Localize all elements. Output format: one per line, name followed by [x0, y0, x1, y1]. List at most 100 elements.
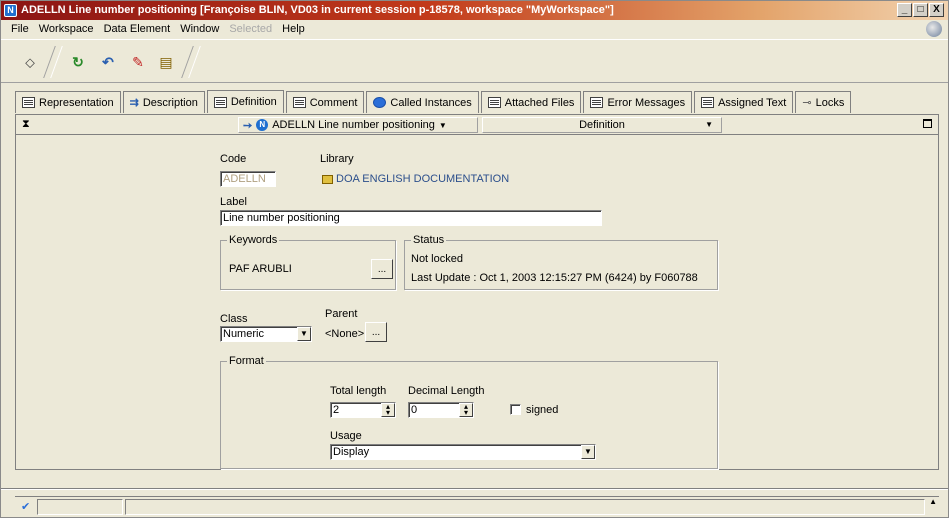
element-name: ADELLN Line number positioning [272, 119, 435, 131]
pane-header: ⧗ ➙ N ADELLN Line number positioning ▼ D… [16, 115, 938, 135]
status-bar: ✔ ▲ [15, 496, 939, 516]
tab-label: Attached Files [504, 96, 575, 109]
decimal-length-spinner[interactable]: 0 ▴ ▾ [408, 402, 474, 418]
tab-label: Called Instances [390, 96, 472, 109]
chevron-down-icon: ▼ [705, 120, 713, 129]
tab-label: Comment [309, 96, 358, 109]
code-field[interactable]: ADELLN [220, 171, 276, 187]
library-label: Library [320, 153, 354, 165]
class-value: Numeric [223, 328, 264, 340]
folder-icon [322, 174, 333, 184]
maximize-pane-icon[interactable] [923, 119, 932, 128]
class-label: Class [220, 313, 248, 325]
signed-label: signed [526, 404, 559, 416]
toolbar-separator [181, 46, 201, 78]
edit-icon[interactable]: ✎ [129, 53, 147, 71]
chevron-down-icon: ▼ [438, 120, 447, 130]
tab-attached-files[interactable]: Attached Files [480, 91, 582, 113]
list-icon [22, 97, 35, 108]
label-label: Label [220, 196, 247, 208]
menu-window[interactable]: Window [176, 20, 225, 38]
definition-icon [213, 96, 227, 108]
app-icon: N [4, 4, 17, 17]
keywords-title: Keywords [227, 234, 280, 246]
total-length-spinner[interactable]: 2 ▴ ▾ [330, 402, 396, 418]
spinner-arrows-icon[interactable]: ▴ ▾ [459, 403, 473, 417]
tab-error-messages[interactable]: Error Messages [583, 91, 693, 113]
chevron-down-icon: ▼ [581, 445, 595, 459]
total-length-label: Total length [330, 385, 387, 397]
globe-icon [926, 21, 942, 37]
instances-icon [373, 97, 387, 108]
label-field[interactable]: Line number positioning [220, 210, 602, 226]
document-icon[interactable]: ▤ [157, 53, 175, 71]
parent-label: Parent [325, 308, 358, 320]
tab-locks[interactable]: ⊸ Locks [795, 91, 852, 113]
maximize-button[interactable]: □ [913, 3, 928, 17]
tab-label: Error Messages [607, 96, 686, 109]
usage-select[interactable]: Display ▼ [330, 444, 596, 460]
view-selector[interactable]: Definition ▼ [482, 117, 722, 133]
arrow-icon: ➙ [243, 119, 253, 132]
check-icon: ✔ [21, 501, 31, 513]
tab-representation[interactable]: Representation [15, 91, 121, 113]
usage-value: Display [333, 446, 370, 458]
menu-workspace[interactable]: Workspace [35, 20, 100, 38]
view-name: Definition [579, 119, 625, 131]
close-button[interactable]: X [929, 3, 944, 17]
tab-called-instances[interactable]: Called Instances [366, 91, 479, 113]
text-icon [701, 97, 715, 108]
tab-label: Assigned Text [718, 96, 787, 109]
class-select[interactable]: Numeric ▼ [220, 326, 312, 342]
files-icon [487, 97, 501, 108]
toolbar: ⬦ ↻ ↶ ✎ ▤ [1, 39, 948, 83]
decimal-length-value: 0 [411, 404, 418, 416]
pin-icon[interactable]: ⬦ [21, 53, 39, 71]
last-update: Last Update : Oct 1, 2003 12:15:27 PM (6… [411, 272, 698, 284]
parent-value: <None> [325, 328, 365, 340]
element-selector[interactable]: ➙ N ADELLN Line number positioning ▼ [238, 117, 478, 133]
toolbar-separator [43, 46, 63, 78]
tab-label: Representation [39, 96, 114, 109]
main-window: N ADELLN Line number positioning [Franço… [0, 0, 949, 518]
decimal-length-label: Decimal Length [408, 385, 485, 397]
code-label: Code [220, 153, 247, 165]
tab-label: Description [142, 96, 198, 109]
menu-selected: Selected [229, 23, 273, 35]
library-text: DOA ENGLISH DOCUMENTATION [336, 173, 510, 185]
window-title: ADELLN Line number positioning [François… [21, 4, 614, 16]
divider [1, 488, 948, 490]
refresh-icon[interactable]: ↻ [69, 53, 87, 71]
usage-label: Usage [330, 430, 362, 442]
signed-checkbox[interactable] [510, 404, 521, 415]
lock-icon: ⊸ [802, 97, 812, 109]
menu-help[interactable]: Help [278, 20, 311, 38]
spinner-arrows-icon[interactable]: ▴ ▾ [381, 403, 395, 417]
tab-description[interactable]: ⇉ Description [122, 91, 205, 113]
status-cell [37, 499, 123, 515]
comment-icon [292, 97, 306, 108]
keywords-browse-button[interactable]: ... [371, 259, 393, 279]
library-value: DOA ENGLISH DOCUMENTATION [322, 173, 509, 185]
tab-comment[interactable]: Comment [285, 91, 365, 113]
minimize-button[interactable]: _ [897, 3, 912, 17]
tab-bar: Representation ⇉ Description Definition C… [15, 90, 853, 113]
collapse-icon[interactable]: ⧗ [22, 118, 30, 131]
scroll-up-icon[interactable]: ▲ [929, 497, 937, 506]
element-type-icon: N [256, 119, 269, 131]
menu-file[interactable]: File [7, 20, 35, 38]
status-group: Status Not locked Last Update : Oct 1, 2… [404, 234, 718, 290]
tab-assigned-text[interactable]: Assigned Text [694, 91, 794, 113]
description-icon: ⇉ [129, 97, 139, 109]
format-title: Format [227, 355, 266, 367]
total-length-value: 2 [333, 404, 340, 416]
error-icon [590, 97, 604, 108]
undo-icon[interactable]: ↶ [99, 53, 117, 71]
parent-browse-button[interactable]: ... [365, 322, 387, 342]
chevron-down-icon: ▼ [297, 327, 311, 341]
keywords-group: Keywords PAF ARUBLI ... [220, 234, 396, 290]
definition-pane: ⧗ ➙ N ADELLN Line number positioning ▼ D… [15, 114, 939, 470]
tab-definition[interactable]: Definition [206, 90, 284, 113]
menu-data-element[interactable]: Data Element [100, 20, 177, 38]
status-cell [125, 499, 925, 515]
